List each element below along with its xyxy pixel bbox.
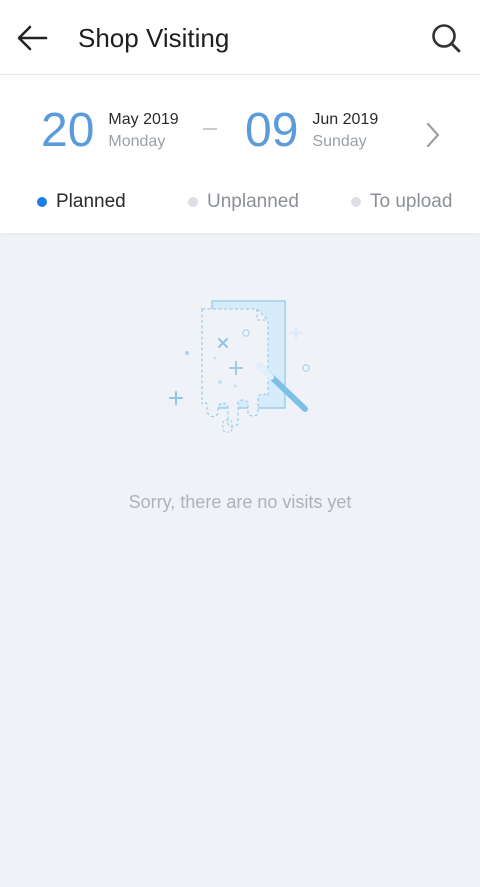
start-date-picker[interactable]: 20 May 2019 Monday [41, 103, 179, 159]
empty-state-message: Sorry, there are no visits yet [128, 492, 352, 512]
page-title: Shop Visiting [78, 23, 230, 53]
tab-planned[interactable]: Planned [37, 187, 126, 217]
search-icon [432, 24, 461, 53]
back-button[interactable] [12, 18, 52, 58]
active-dot-icon [37, 197, 47, 207]
end-month-year: Jun 2019 [312, 111, 379, 128]
start-month-year: May 2019 [108, 111, 179, 128]
inactive-dot-icon [351, 197, 361, 207]
end-date-picker[interactable]: 09 Jun 2019 Sunday [245, 103, 378, 159]
chevron-right-icon [426, 122, 440, 148]
search-button[interactable] [426, 18, 466, 58]
tab-planned-label: Planned [56, 191, 126, 212]
no-data-illustration-icon [165, 296, 315, 441]
start-day: 20 [41, 104, 95, 157]
tab-unplanned-label: Unplanned [207, 191, 299, 212]
date-range-panel: 20 May 2019 Monday 09 Jun 2019 Sunday Pl… [0, 75, 480, 233]
end-day: 09 [245, 104, 299, 157]
date-range-separator [203, 128, 217, 130]
tab-unplanned[interactable]: Unplanned [188, 187, 299, 217]
tab-to-upload-label: To upload [370, 191, 453, 212]
tab-to-upload[interactable]: To upload [351, 187, 452, 217]
start-weekday: Monday [108, 133, 166, 150]
next-period-button[interactable] [418, 115, 448, 155]
end-weekday: Sunday [312, 133, 367, 150]
top-app-bar: Shop Visiting [0, 0, 480, 75]
arrow-left-icon [17, 25, 48, 51]
visit-filter-tabs: Planned Unplanned To upload [0, 187, 480, 217]
inactive-dot-icon [188, 197, 198, 207]
